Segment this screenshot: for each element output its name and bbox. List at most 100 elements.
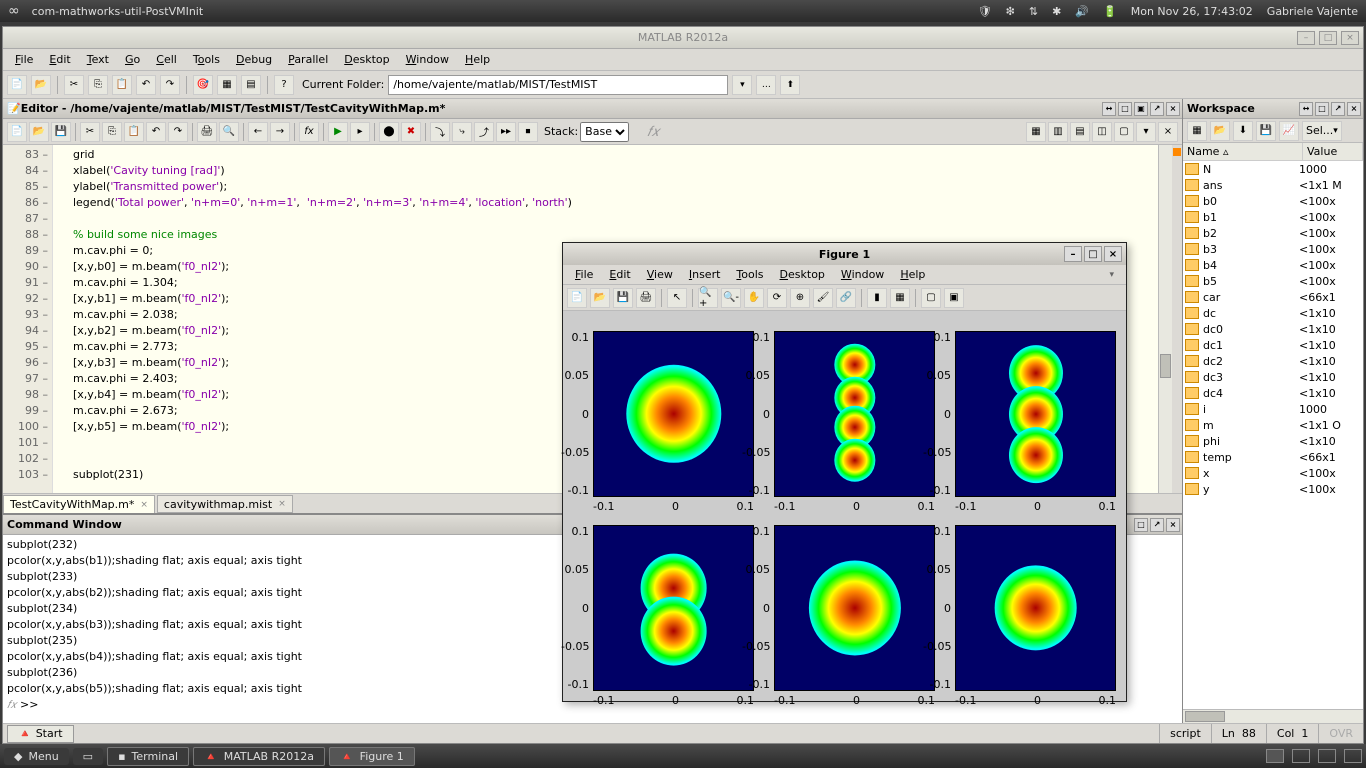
fig-pan-icon[interactable]: ✋ bbox=[744, 288, 764, 308]
breakpoint-clear-icon[interactable]: ✖ bbox=[401, 122, 421, 142]
find-icon[interactable]: 🔍 bbox=[219, 122, 239, 142]
undo2-icon[interactable]: ↶ bbox=[146, 122, 166, 142]
paste-icon[interactable]: 📋 bbox=[112, 75, 132, 95]
subplot-5[interactable]: 0.10.050-0.05-0.1-0.100.1 bbox=[774, 525, 935, 691]
editor-undock-icon[interactable]: ↗ bbox=[1150, 102, 1164, 116]
layout-5-icon[interactable]: ▢ bbox=[1114, 122, 1134, 142]
menu-help[interactable]: Help bbox=[457, 51, 498, 68]
ws-header-value[interactable]: Value bbox=[1303, 143, 1363, 160]
user-menu[interactable]: Gabriele Vajente bbox=[1267, 5, 1358, 18]
layout-3-icon[interactable]: ▤ bbox=[1070, 122, 1090, 142]
redo2-icon[interactable]: ↷ bbox=[168, 122, 188, 142]
fig-hide-tools-icon[interactable]: ▢ bbox=[921, 288, 941, 308]
fig-menu-window[interactable]: Window bbox=[833, 268, 892, 281]
fig-close-icon[interactable]: × bbox=[1104, 246, 1122, 262]
fig-menu-chevron-icon[interactable]: ▾ bbox=[1101, 270, 1122, 280]
layout-dd-icon[interactable]: ▾ bbox=[1136, 122, 1156, 142]
ws-row[interactable]: temp<66x1 bbox=[1183, 449, 1363, 465]
workspace-switcher-3[interactable] bbox=[1318, 749, 1336, 763]
editor-close-icon[interactable]: × bbox=[1166, 102, 1180, 116]
ws-row[interactable]: b3<100x bbox=[1183, 241, 1363, 257]
fig-menu-tools[interactable]: Tools bbox=[728, 268, 771, 281]
insert-fx-icon[interactable]: fx bbox=[299, 122, 319, 142]
close-button[interactable]: × bbox=[1341, 31, 1359, 45]
new-file-icon[interactable]: 📄 bbox=[7, 75, 27, 95]
open-folder-icon[interactable]: 📂 bbox=[31, 75, 51, 95]
cmd-min-icon[interactable]: □ bbox=[1134, 518, 1148, 532]
subplot-1[interactable]: 0.10.050-0.05-0.1-0.100.1 bbox=[593, 331, 754, 497]
ws-row[interactable]: y<100x bbox=[1183, 481, 1363, 497]
menu-file[interactable]: File bbox=[7, 51, 41, 68]
ws-row[interactable]: N1000 bbox=[1183, 161, 1363, 177]
cut2-icon[interactable]: ✂ bbox=[80, 122, 100, 142]
editor-dock-icon[interactable]: ↔ bbox=[1102, 102, 1116, 116]
subplot-6[interactable]: 0.10.050-0.05-0.1-0.100.1 bbox=[955, 525, 1116, 691]
up-one-level-icon[interactable]: ⬆ bbox=[780, 75, 800, 95]
fig-menu-help[interactable]: Help bbox=[892, 268, 933, 281]
fig-zoom-in-icon[interactable]: 🔍+ bbox=[698, 288, 718, 308]
ws-row[interactable]: dc3<1x10 bbox=[1183, 369, 1363, 385]
breakpoint-set-icon[interactable]: ⬤ bbox=[379, 122, 399, 142]
show-desktop-icon[interactable]: ▭ bbox=[73, 748, 103, 765]
fig-menu-file[interactable]: File bbox=[567, 268, 601, 281]
ws-row[interactable]: x<100x bbox=[1183, 465, 1363, 481]
fig-zoom-out-icon[interactable]: 🔍- bbox=[721, 288, 741, 308]
taskbar-terminal[interactable]: ▪ Terminal bbox=[107, 747, 189, 766]
clock-label[interactable]: Mon Nov 26, 17:43:02 bbox=[1131, 5, 1253, 18]
ws-select-dropdown[interactable]: Sel... ▾ bbox=[1302, 121, 1342, 141]
workspace-switcher-1[interactable] bbox=[1266, 749, 1284, 763]
ws-save-icon[interactable]: 💾 bbox=[1256, 121, 1276, 141]
start-button[interactable]: 🔺 Start bbox=[7, 725, 74, 743]
fig-datatip-icon[interactable]: ⊕ bbox=[790, 288, 810, 308]
redo-icon[interactable]: ↷ bbox=[160, 75, 180, 95]
fig-show-tools-icon[interactable]: ▣ bbox=[944, 288, 964, 308]
step-out-icon[interactable]: ⤴ bbox=[474, 122, 494, 142]
tab-close-icon[interactable]: × bbox=[140, 500, 148, 510]
maximize-button[interactable]: □ bbox=[1319, 31, 1337, 45]
guide-icon[interactable]: ▦ bbox=[217, 75, 237, 95]
paste2-icon[interactable]: 📋 bbox=[124, 122, 144, 142]
fig-menu-edit[interactable]: Edit bbox=[601, 268, 638, 281]
simulink-icon[interactable]: 🎯 bbox=[193, 75, 213, 95]
layout-4-icon[interactable]: ◫ bbox=[1092, 122, 1112, 142]
copy-icon[interactable]: ⎘ bbox=[88, 75, 108, 95]
figure-titlebar[interactable]: Figure 1 – □ × bbox=[563, 243, 1126, 265]
ws-row[interactable]: car<66x1 bbox=[1183, 289, 1363, 305]
cmd-max-icon[interactable]: ↗ bbox=[1150, 518, 1164, 532]
open-icon[interactable]: 📂 bbox=[29, 122, 49, 142]
menu-cell[interactable]: Cell bbox=[148, 51, 185, 68]
current-folder-input[interactable] bbox=[388, 75, 728, 95]
ws-import-icon[interactable]: ⬇ bbox=[1233, 121, 1253, 141]
subplot-4[interactable]: 0.10.050-0.05-0.1-0.100.1 bbox=[593, 525, 754, 691]
minimize-button[interactable]: – bbox=[1297, 31, 1315, 45]
ws-row[interactable]: ans<1x1 M bbox=[1183, 177, 1363, 193]
ws-row[interactable]: dc0<1x10 bbox=[1183, 321, 1363, 337]
editor-error-strip[interactable] bbox=[1172, 145, 1182, 493]
ws-dock-icon[interactable]: ↔ bbox=[1299, 102, 1313, 116]
fig-save-icon[interactable]: 💾 bbox=[613, 288, 633, 308]
run-section-icon[interactable]: ▸ bbox=[350, 122, 370, 142]
layout-2-icon[interactable]: ▥ bbox=[1048, 122, 1068, 142]
cmd-close-icon[interactable]: × bbox=[1166, 518, 1180, 532]
fig-brush-icon[interactable]: 🖌 bbox=[813, 288, 833, 308]
ws-row[interactable]: b0<100x bbox=[1183, 193, 1363, 209]
ws-min-icon[interactable]: □ bbox=[1315, 102, 1329, 116]
taskbar-figure[interactable]: 🔺 Figure 1 bbox=[329, 747, 415, 766]
fig-menu-view[interactable]: View bbox=[639, 268, 681, 281]
ws-row[interactable]: dc<1x10 bbox=[1183, 305, 1363, 321]
figure-axes-area[interactable]: 0.10.050-0.05-0.1-0.100.10.10.050-0.05-0… bbox=[563, 311, 1126, 701]
step-icon[interactable]: ⤵ bbox=[430, 122, 450, 142]
ws-row[interactable]: b5<100x bbox=[1183, 273, 1363, 289]
cube-icon[interactable]: ❇ bbox=[1006, 5, 1015, 18]
menu-text[interactable]: Text bbox=[79, 51, 117, 68]
layout-1-icon[interactable]: ▦ bbox=[1026, 122, 1046, 142]
ws-row[interactable]: phi<1x10 bbox=[1183, 433, 1363, 449]
fig-open-icon[interactable]: 📂 bbox=[590, 288, 610, 308]
battery-icon[interactable]: 🔋 bbox=[1103, 5, 1117, 18]
copy2-icon[interactable]: ⎘ bbox=[102, 122, 122, 142]
workspace-switcher-4[interactable] bbox=[1344, 749, 1362, 763]
ws-row[interactable]: i1000 bbox=[1183, 401, 1363, 417]
menu-debug[interactable]: Debug bbox=[228, 51, 280, 68]
stack-select[interactable]: Base bbox=[580, 122, 629, 142]
shield-icon[interactable]: 🛡 bbox=[978, 5, 992, 18]
